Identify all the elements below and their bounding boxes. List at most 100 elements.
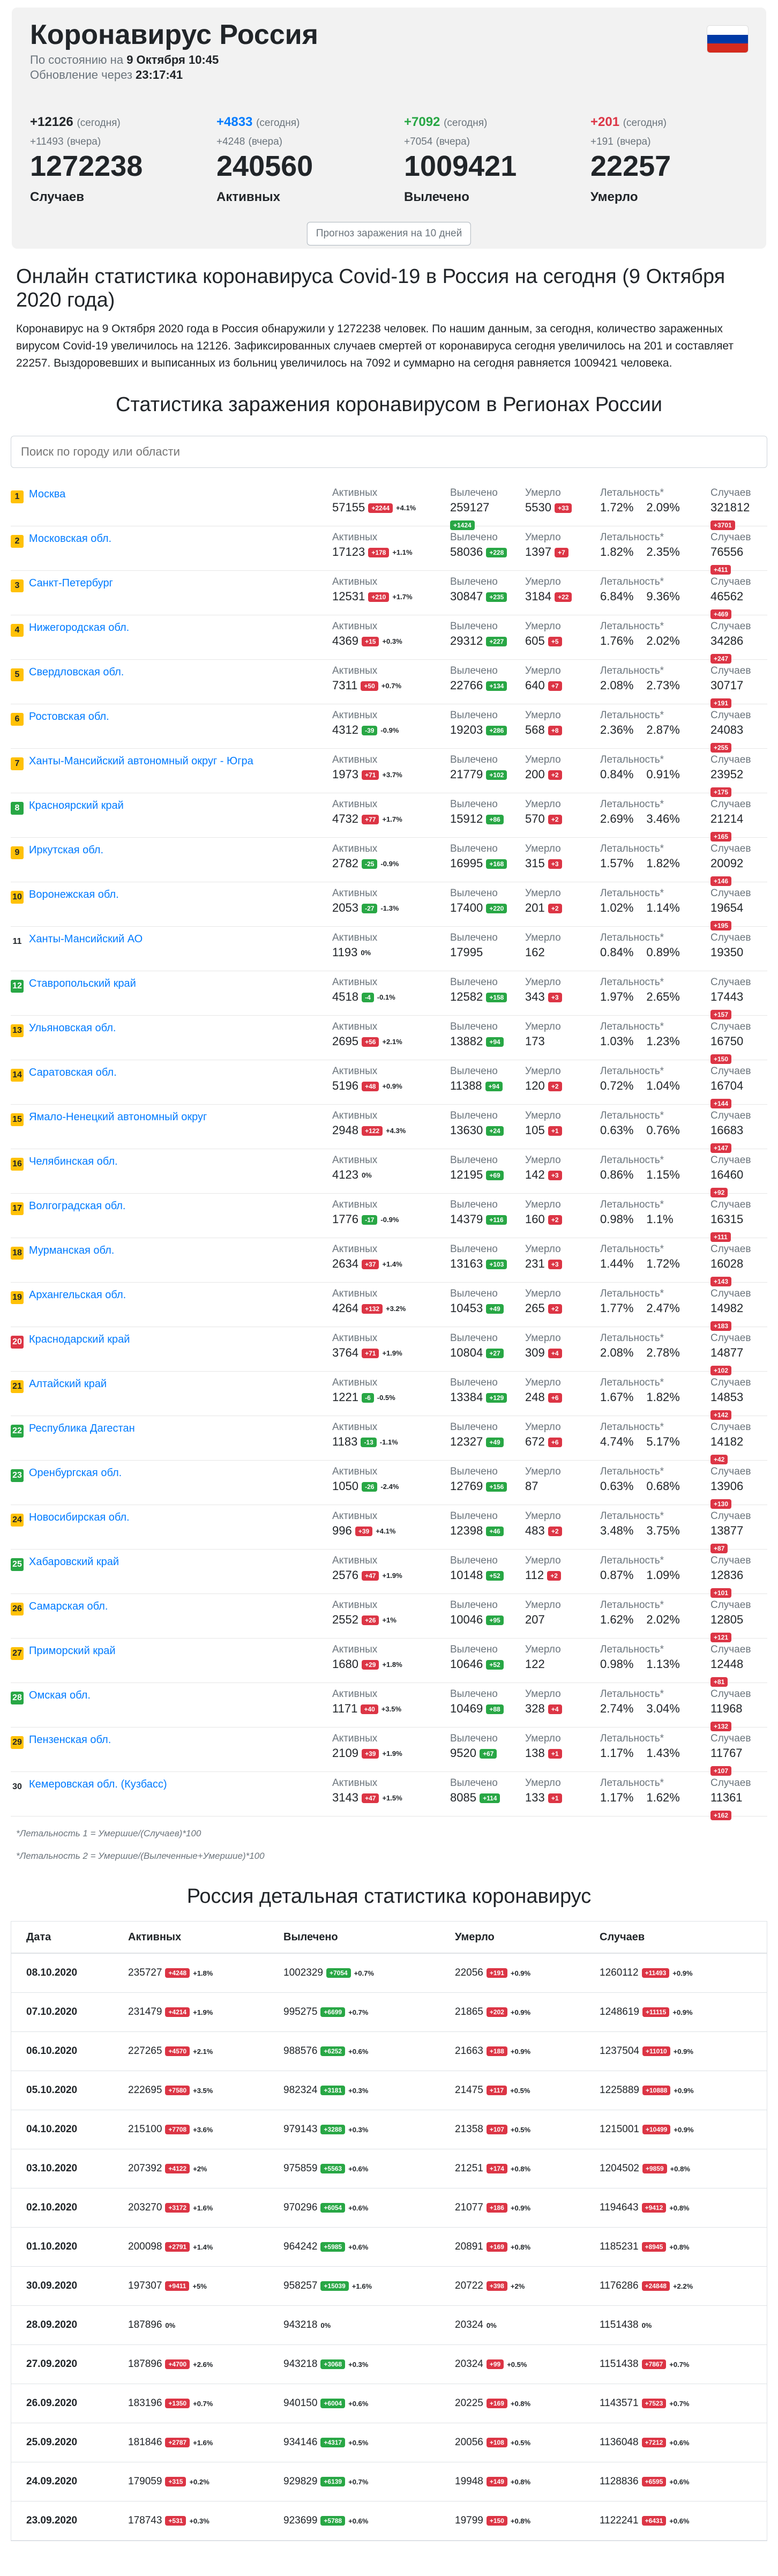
daily-cases-value: 1136048 xyxy=(600,2437,639,2448)
region-cases: Случаев 11361 +162 xyxy=(710,1777,751,1823)
daily-cases-delta: +11010 xyxy=(642,2046,670,2056)
daily-active-value: 207392 xyxy=(128,2163,162,2174)
region-recovered-values: 10046 +95 xyxy=(450,1611,504,1628)
region-active: Активных 2576 +47 +1.9% xyxy=(332,1555,402,1584)
col-deaths[interactable]: Умерло xyxy=(455,1922,495,1953)
region-link[interactable]: Нижегородская обл. xyxy=(29,622,129,634)
region-deaths-values: 640 +7 xyxy=(525,677,562,694)
region-lethality: Летальность* 1.62% 2.02% xyxy=(600,1599,680,1628)
daily-recovered-pct: +0.3% xyxy=(348,2360,369,2369)
daily-deaths: 19799 +150 +0.8% xyxy=(455,2501,530,2540)
region-link[interactable]: Ставропольский край xyxy=(29,978,136,990)
region-link[interactable]: Архангельская обл. xyxy=(29,1289,126,1301)
region-lethality-2: 3.75% xyxy=(646,1524,680,1537)
region-deaths-values: 483 +2 xyxy=(525,1522,562,1539)
region-lethality-values: 1.62% 2.02% xyxy=(600,1611,680,1628)
regions-table: 1 Москва Активных 57155 +2244 +4.1% Вылечено 2… xyxy=(11,482,767,1821)
region-active-delta: +132 xyxy=(362,1304,383,1314)
region-link[interactable]: Москва xyxy=(29,488,65,501)
region-rank-badge: 1 xyxy=(11,490,24,503)
region-link[interactable]: Красноярский край xyxy=(29,800,124,812)
region-active-header: Активных xyxy=(332,487,378,498)
region-link[interactable]: Республика Дагестан xyxy=(29,1423,135,1435)
region-deaths-header: Умерло xyxy=(525,1066,561,1077)
daily-deaths-pct: +2% xyxy=(510,2282,525,2290)
region-link[interactable]: Алтайский край xyxy=(29,1378,107,1390)
region-recovered-values: 12582 +158 xyxy=(450,988,507,1006)
region-recovered: Вылечено 17400 +220 xyxy=(450,888,507,917)
region-active-pct: -0.5% xyxy=(377,1394,395,1402)
region-active-values: 4123 0% xyxy=(332,1166,377,1184)
region-link[interactable]: Приморский край xyxy=(29,1645,115,1657)
region-active-values: 1221 -6 -0.5% xyxy=(332,1389,395,1406)
region-link[interactable]: Ямало-Ненецкий автономный округ xyxy=(29,1111,207,1123)
region-link[interactable]: Омская обл. xyxy=(29,1689,91,1702)
region-deaths-value: 640 xyxy=(525,679,545,692)
region-link[interactable]: Пензенская обл. xyxy=(29,1734,111,1746)
daily-active-delta: +2791 xyxy=(165,2242,190,2252)
region-link[interactable]: Ульяновская обл. xyxy=(29,1022,116,1034)
daily-cases: 1194643 +9412 +0.8% xyxy=(600,2188,690,2227)
col-date[interactable]: Дата xyxy=(26,1922,51,1953)
region-active-header: Активных xyxy=(332,799,378,810)
region-deaths-delta: +8 xyxy=(548,726,562,736)
region-active-values: 2695 +56 +2.1% xyxy=(332,1033,402,1051)
region-link[interactable]: Воронежская обл. xyxy=(29,889,119,901)
region-link[interactable]: Саратовская обл. xyxy=(29,1067,117,1079)
region-link[interactable]: Самарская обл. xyxy=(29,1600,108,1613)
region-cases-header: Случаев xyxy=(710,532,751,543)
region-link[interactable]: Свердловская обл. xyxy=(29,666,124,679)
region-lethality-1: 1.03% xyxy=(600,1034,634,1048)
region-lethality-1: 0.84% xyxy=(600,945,634,959)
region-lethality-1: 1.67% xyxy=(600,1390,634,1404)
region-link[interactable]: Челябинская обл. xyxy=(29,1156,118,1168)
region-recovered-value: 13163 xyxy=(450,1257,483,1270)
region-recovered-delta: +24 xyxy=(486,1126,504,1136)
region-active-values: 2576 +47 +1.9% xyxy=(332,1567,402,1584)
region-recovered-delta: +27 xyxy=(486,1349,504,1359)
region-link[interactable]: Ханты-Мансийский АО xyxy=(29,933,143,945)
daily-cases: 1204502 +9859 +0.8% xyxy=(600,2149,690,2188)
region-link[interactable]: Кемеровская обл. (Кузбасс) xyxy=(29,1778,167,1791)
region-active-delta: -27 xyxy=(362,904,378,914)
daily-cases-value: 1225889 xyxy=(600,2084,639,2096)
region-link[interactable]: Иркутская обл. xyxy=(29,844,103,857)
forecast-button[interactable]: Прогноз заражения на 10 дней xyxy=(306,222,472,245)
region-row: 30 Кемеровская обл. (Кузбасс) Активных 3143… xyxy=(11,1772,767,1821)
daily-deaths-value: 20225 xyxy=(455,2398,483,2409)
col-active[interactable]: Активных xyxy=(128,1922,181,1953)
region-active-delta: +178 xyxy=(368,548,390,558)
daily-recovered-value: 970296 xyxy=(283,2202,318,2213)
region-link[interactable]: Краснодарский край xyxy=(29,1334,130,1346)
daily-active-pct: 0% xyxy=(165,2321,176,2329)
region-link[interactable]: Волгоградская обл. xyxy=(29,1200,126,1212)
region-deaths-values: 328 +4 xyxy=(525,1700,562,1717)
region-lethality-header: Летальность* xyxy=(600,1555,664,1566)
daily-active: 227265 +4570 +2.1% xyxy=(128,2032,213,2071)
region-link[interactable]: Ханты-Мансийский автономный округ - Югра xyxy=(29,755,253,768)
daily-active-pct: +1.8% xyxy=(193,1969,213,1977)
region-cases-header: Случаев xyxy=(710,1199,751,1210)
region-link[interactable]: Хабаровский край xyxy=(29,1556,119,1568)
region-link[interactable]: Санкт-Петербург xyxy=(29,577,113,590)
col-cases[interactable]: Случаев xyxy=(600,1922,645,1953)
col-recovered[interactable]: Вылечено xyxy=(283,1922,338,1953)
region-active: Активных 3764 +71 +1.9% xyxy=(332,1332,402,1362)
region-search-input[interactable] xyxy=(11,436,767,468)
region-deaths-value: 5530 xyxy=(525,501,551,514)
region-active-pct: -2.4% xyxy=(380,1483,399,1491)
daily-recovered-pct: 0% xyxy=(320,2321,331,2329)
region-lethality-2: 1.15% xyxy=(646,1168,680,1181)
region-link[interactable]: Новосибирская обл. xyxy=(29,1512,130,1524)
daily-recovered-pct: +0.6% xyxy=(348,2047,369,2056)
region-active-pct: +3.5% xyxy=(381,1705,402,1714)
region-active: Активных 4123 0% xyxy=(332,1155,377,1184)
region-active-value: 2948 xyxy=(332,1123,358,1137)
region-link[interactable]: Оренбургская обл. xyxy=(29,1467,122,1479)
region-link[interactable]: Московская обл. xyxy=(29,533,111,545)
daily-active-value: 200098 xyxy=(128,2241,162,2252)
region-link[interactable]: Мурманская обл. xyxy=(29,1245,114,1257)
daily-recovered-value: 988576 xyxy=(283,2045,318,2057)
region-link[interactable]: Ростовская обл. xyxy=(29,711,109,723)
region-active: Активных 2634 +37 +1.4% xyxy=(332,1244,402,1273)
